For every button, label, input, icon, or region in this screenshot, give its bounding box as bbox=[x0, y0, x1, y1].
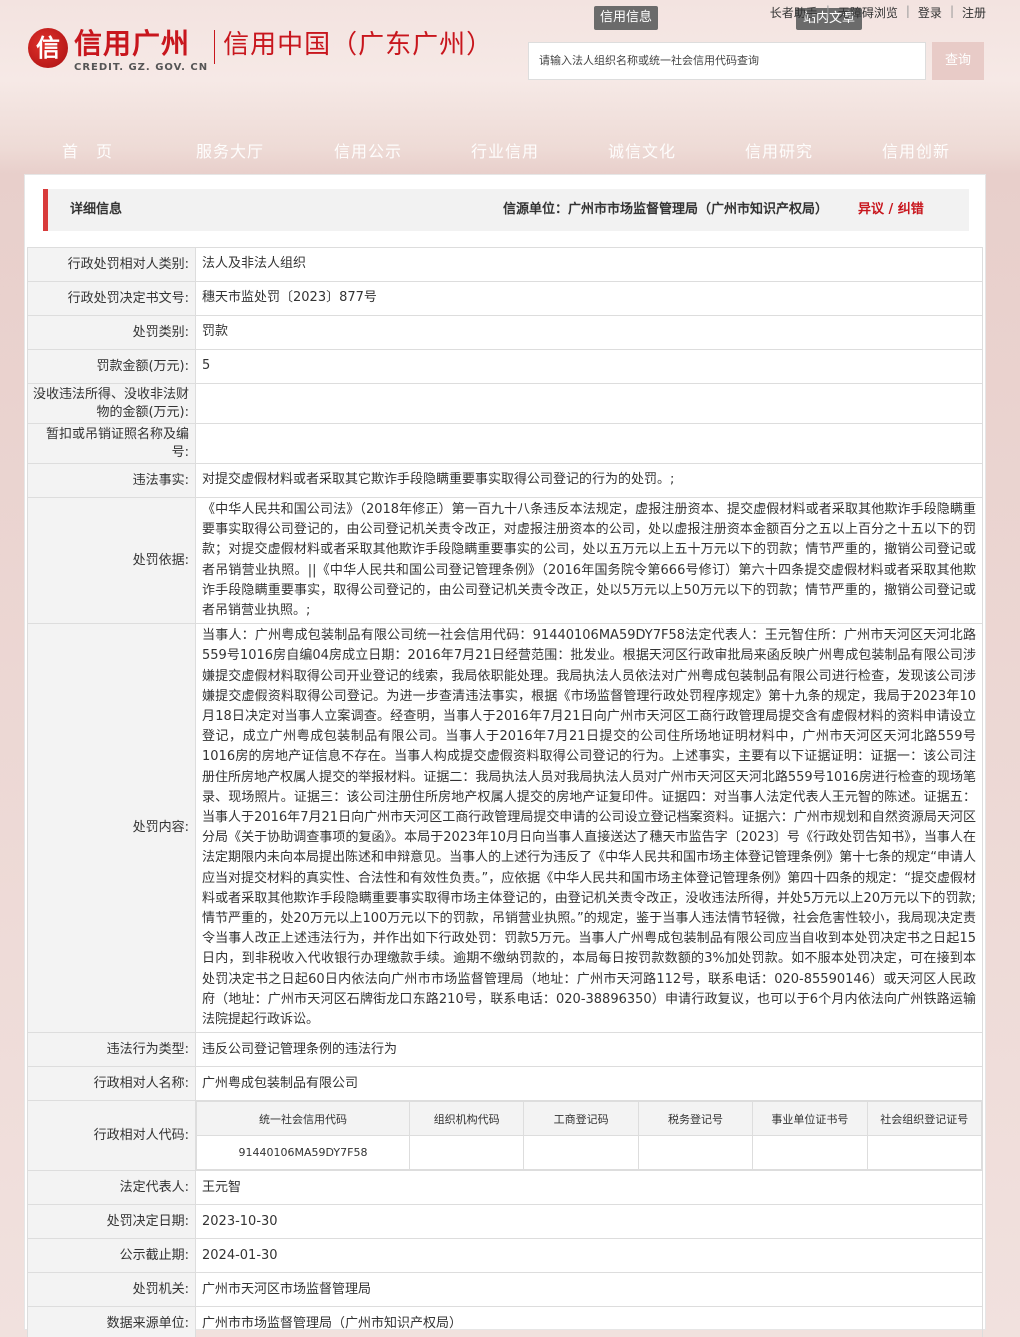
field-value: 广州粤成包装制品有限公司 bbox=[195, 1066, 983, 1102]
table-row: 处罚内容: 当事人：广州粤成包装制品有限公司统一社会信用代码：91440106M… bbox=[27, 623, 983, 1034]
table-row: 数据来源单位: 广州市市场监督管理局（广州市知识产权局） bbox=[27, 1306, 983, 1337]
nav-home[interactable]: 首 页 bbox=[62, 138, 113, 162]
field-value: 广州市天河区市场监督管理局 bbox=[195, 1272, 983, 1308]
field-label: 行政相对人代码: bbox=[27, 1100, 196, 1172]
logo-subtitle: 信用中国（广东广州） bbox=[223, 30, 494, 60]
field-value: 当事人：广州粤成包装制品有限公司统一社会信用代码：91440106MA59DY7… bbox=[195, 623, 983, 1034]
codes-header: 工商登记码 bbox=[523, 1101, 639, 1137]
field-label: 行政相对人名称: bbox=[27, 1066, 196, 1102]
search-input[interactable]: 请输入法人组织名称或统一社会信用代码查询 bbox=[528, 42, 926, 80]
logo-divider bbox=[214, 30, 216, 64]
table-row: 行政相对人名称: 广州粤成包装制品有限公司 bbox=[27, 1066, 983, 1102]
field-value: 违反公司登记管理条例的违法行为 bbox=[195, 1032, 983, 1068]
codes-table: 统一社会信用代码 组织机构代码 工商登记码 税务登记号 事业单位证书号 社会组织… bbox=[196, 1101, 983, 1171]
source-unit: 信源单位：广州市市场监督管理局（广州市知识产权局） bbox=[503, 202, 829, 217]
table-row: 违法行为类型: 违反公司登记管理条例的违法行为 bbox=[27, 1032, 983, 1068]
link-elder-helper[interactable]: 长者助手 bbox=[770, 4, 818, 21]
field-label: 处罚类别: bbox=[27, 315, 196, 350]
codes-value bbox=[866, 1135, 983, 1171]
table-row: 违法事实: 对提交虚假材料或者采取其它欺诈手段隐瞒重要事实取得公司登记的行为的处… bbox=[27, 463, 983, 498]
field-label: 数据来源单位: bbox=[27, 1306, 196, 1337]
field-label: 行政处罚相对人类别: bbox=[27, 247, 196, 282]
field-label: 处罚内容: bbox=[27, 623, 196, 1034]
table-row: 处罚决定日期: 2023-10-30 bbox=[27, 1204, 983, 1240]
codes-value bbox=[752, 1135, 868, 1171]
divider: | bbox=[825, 4, 830, 18]
field-value: 广州市市场监督管理局（广州市知识产权局） bbox=[195, 1306, 983, 1337]
logo-domain: CREDIT. GZ. GOV. CN bbox=[74, 62, 209, 73]
field-value bbox=[195, 383, 983, 424]
detail-title-bar: 详细信息 信源单位：广州市市场监督管理局（广州市知识产权局） 异议 / 纠错 bbox=[43, 189, 969, 231]
codes-header: 统一社会信用代码 bbox=[196, 1101, 410, 1137]
tab-credit-info[interactable]: 信用信息 bbox=[594, 6, 658, 30]
field-label: 处罚依据: bbox=[27, 496, 196, 625]
detail-title: 详细信息 bbox=[70, 202, 123, 217]
field-value: 对提交虚假材料或者采取其它欺诈手段隐瞒重要事实取得公司登记的行为的处罚。; bbox=[195, 463, 983, 498]
main-nav: 首 页 服务大厅 信用公示 行业信用 诚信文化 信用研究 信用创新 bbox=[0, 130, 1020, 166]
field-label: 处罚决定日期: bbox=[27, 1204, 196, 1240]
codes-cell: 统一社会信用代码 组织机构代码 工商登记码 税务登记号 事业单位证书号 社会组织… bbox=[195, 1100, 983, 1172]
field-value: 罚款 bbox=[195, 315, 983, 350]
nav-credit-research[interactable]: 信用研究 bbox=[745, 138, 813, 162]
logo-title: 信用广州 bbox=[74, 27, 191, 60]
codes-header: 事业单位证书号 bbox=[752, 1101, 868, 1137]
table-row: 罚款金额(万元): 5 bbox=[27, 349, 983, 384]
nav-credit-innovation[interactable]: 信用创新 bbox=[882, 138, 950, 162]
objection-link[interactable]: 异议 / 纠错 bbox=[858, 189, 924, 231]
field-value: 2024-01-30 bbox=[195, 1238, 983, 1274]
nav-industry-credit[interactable]: 行业信用 bbox=[471, 138, 539, 162]
top-links: 长者助手 | 无障碍浏览 | 登录 | 注册 bbox=[762, 4, 986, 21]
table-row: 行政处罚相对人类别: 法人及非法人组织 bbox=[27, 247, 983, 282]
field-value: 王元智 bbox=[195, 1170, 983, 1206]
nav-credit-publicity[interactable]: 信用公示 bbox=[334, 138, 402, 162]
table-row: 没收违法所得、没收非法财物的金额(万元): bbox=[27, 383, 983, 424]
search-button[interactable]: 查询 bbox=[932, 42, 984, 80]
codes-header: 组织机构代码 bbox=[408, 1101, 525, 1137]
link-accessibility[interactable]: 无障碍浏览 bbox=[838, 4, 898, 21]
table-row: 法定代表人: 王元智 bbox=[27, 1170, 983, 1206]
field-value: 法人及非法人组织 bbox=[195, 247, 983, 282]
codes-value bbox=[523, 1135, 639, 1171]
nav-integrity-culture[interactable]: 诚信文化 bbox=[608, 138, 676, 162]
field-value: 《中华人民共和国公司法》（2018年修正）第一百九十八条违反本法规定，虚报注册资… bbox=[195, 496, 983, 625]
table-row: 行政相对人代码: 统一社会信用代码 组织机构代码 工商登记码 税务登记号 事业单… bbox=[27, 1100, 983, 1172]
field-value: 5 bbox=[195, 349, 983, 384]
codes-header: 税务登记号 bbox=[637, 1101, 754, 1137]
detail-table: 行政处罚相对人类别: 法人及非法人组织 行政处罚决定书文号: 穗天市监处罚〔20… bbox=[27, 247, 983, 1337]
field-value: 穗天市监处罚〔2023〕877号 bbox=[195, 281, 983, 316]
table-row: 公示截止期: 2024-01-30 bbox=[27, 1238, 983, 1274]
field-value bbox=[195, 423, 983, 464]
logo-emblem: 信 bbox=[28, 28, 68, 68]
nav-service-hall[interactable]: 服务大厅 bbox=[196, 138, 264, 162]
codes-value bbox=[408, 1135, 525, 1171]
table-row: 处罚依据: 《中华人民共和国公司法》（2018年修正）第一百九十八条违反本法规定… bbox=[27, 496, 983, 625]
table-row: 暂扣或吊销证照名称及编号: bbox=[27, 423, 983, 464]
field-label: 行政处罚决定书文号: bbox=[27, 281, 196, 316]
field-label: 罚款金额(万元): bbox=[27, 349, 196, 384]
field-label: 法定代表人: bbox=[27, 1170, 196, 1206]
field-label: 违法事实: bbox=[27, 463, 196, 498]
divider: | bbox=[949, 4, 954, 18]
field-label: 违法行为类型: bbox=[27, 1032, 196, 1068]
site-logo[interactable]: 信 信用广州 CREDIT. GZ. GOV. CN 信用中国（广东广州） bbox=[28, 28, 493, 73]
field-label: 处罚机关: bbox=[27, 1272, 196, 1308]
codes-header: 社会组织登记证号 bbox=[866, 1101, 983, 1137]
field-value: 2023-10-30 bbox=[195, 1204, 983, 1240]
table-row: 处罚机关: 广州市天河区市场监督管理局 bbox=[27, 1272, 983, 1308]
field-label: 暂扣或吊销证照名称及编号: bbox=[27, 423, 196, 464]
field-label: 没收违法所得、没收非法财物的金额(万元): bbox=[27, 383, 196, 424]
link-register[interactable]: 注册 bbox=[962, 4, 986, 21]
divider: | bbox=[905, 4, 910, 18]
table-row: 处罚类别: 罚款 bbox=[27, 315, 983, 350]
site-header: 信 信用广州 CREDIT. GZ. GOV. CN 信用中国（广东广州） 信用… bbox=[0, 0, 1020, 120]
detail-panel: 详细信息 信源单位：广州市市场监督管理局（广州市知识产权局） 异议 / 纠错 行… bbox=[24, 174, 986, 1337]
link-login[interactable]: 登录 bbox=[918, 4, 942, 21]
codes-value bbox=[637, 1135, 754, 1171]
table-row: 行政处罚决定书文号: 穗天市监处罚〔2023〕877号 bbox=[27, 281, 983, 316]
field-label: 公示截止期: bbox=[27, 1238, 196, 1274]
codes-value: 91440106MA59DY7F58 bbox=[196, 1135, 410, 1171]
